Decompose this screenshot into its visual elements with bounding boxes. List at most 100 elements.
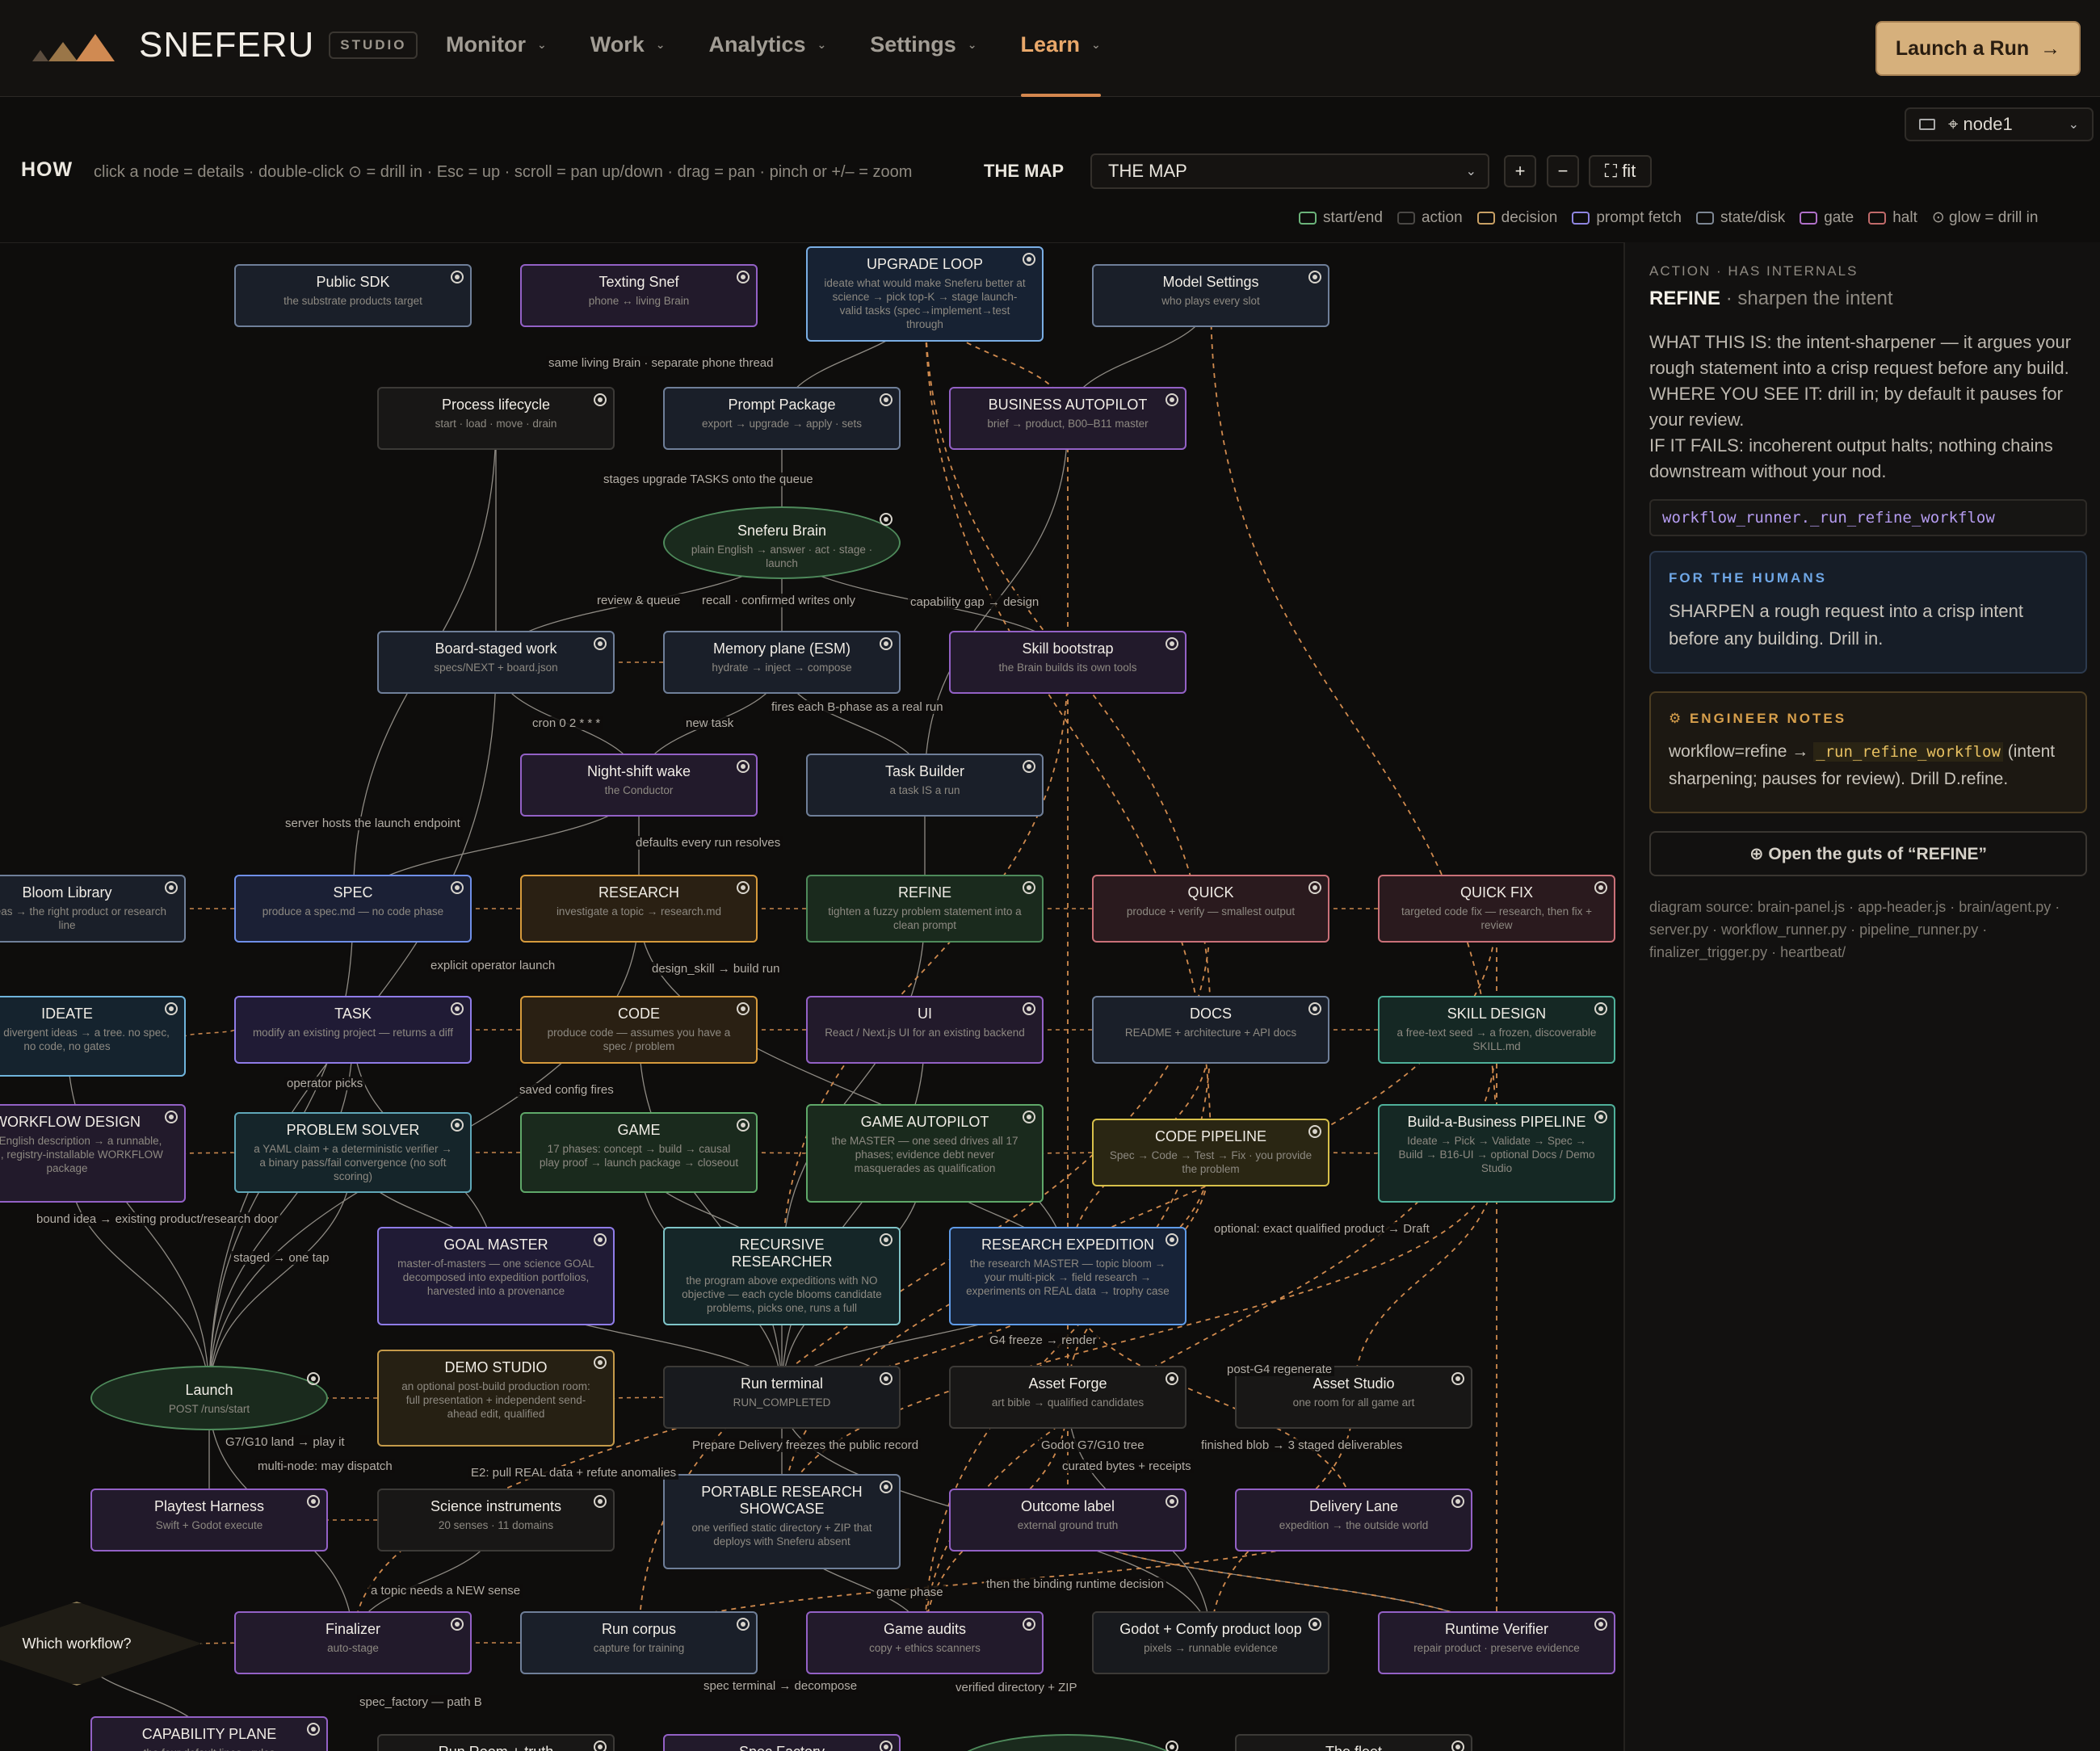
drill-in-icon[interactable] bbox=[594, 1741, 607, 1751]
drill-in-icon[interactable] bbox=[1308, 1125, 1321, 1138]
fit-button[interactable]: ⛶ fit bbox=[1589, 155, 1652, 187]
graph-node[interactable]: CAPABILITY PLANEthe four default lines ·… bbox=[90, 1716, 328, 1751]
drill-in-icon[interactable] bbox=[1451, 1495, 1464, 1508]
launch-run-button[interactable]: Launch a Run → bbox=[1875, 21, 2081, 76]
drill-in-icon[interactable] bbox=[1023, 253, 1035, 266]
drill-in-icon[interactable] bbox=[1166, 1741, 1178, 1751]
graph-node[interactable]: Run Room + truth bbox=[377, 1734, 615, 1751]
drill-in-icon[interactable] bbox=[1308, 1618, 1321, 1631]
drill-in-icon[interactable] bbox=[737, 1002, 750, 1015]
drill-in-icon[interactable] bbox=[880, 1480, 892, 1493]
drill-in-icon[interactable] bbox=[880, 393, 892, 406]
drill-in-icon[interactable] bbox=[307, 1723, 320, 1736]
graph-node[interactable]: PORTABLE RESEARCH SHOWCASE one verified s… bbox=[663, 1474, 901, 1569]
graph-node[interactable]: The fleet bbox=[1235, 1734, 1472, 1751]
graph-node[interactable]: Board-staged work specs/NEXT + board.json bbox=[377, 631, 615, 694]
zoom-out-button[interactable]: − bbox=[1547, 155, 1579, 187]
graph-node[interactable]: CODE PIPELINE Spec → Code → Test → Fix · … bbox=[1092, 1119, 1329, 1186]
graph-node[interactable]: CODE produce code — assumes you have a sp… bbox=[520, 996, 758, 1064]
drill-in-icon[interactable] bbox=[1023, 1111, 1035, 1123]
drill-in-icon[interactable] bbox=[165, 1111, 178, 1123]
drill-in-icon[interactable] bbox=[1594, 1618, 1607, 1631]
graph-node[interactable]: RESEARCH investigate a topic → research.m… bbox=[520, 875, 758, 943]
drill-in-icon[interactable] bbox=[451, 1618, 464, 1631]
nav-work[interactable]: Work ⌄ bbox=[590, 32, 666, 57]
graph-node[interactable]: TASK modify an existing project — returns… bbox=[234, 996, 472, 1064]
graph-node[interactable]: GOAL MASTER master-of-masters — one scien… bbox=[377, 1227, 615, 1325]
drill-in-icon[interactable] bbox=[307, 1495, 320, 1508]
workflow-map-canvas[interactable]: Public SDK the substrate products target T… bbox=[0, 242, 1623, 1751]
drill-in-icon[interactable] bbox=[1308, 881, 1321, 894]
drill-in-icon[interactable] bbox=[1594, 881, 1607, 894]
drill-in-icon[interactable] bbox=[1166, 1495, 1178, 1508]
graph-node[interactable]: Godot + Comfy product loop pixels → runna… bbox=[1092, 1611, 1329, 1674]
drill-in-icon[interactable] bbox=[1023, 1002, 1035, 1015]
graph-node[interactable]: REFINE tighten a fuzzy problem statement … bbox=[806, 875, 1044, 943]
nav-monitor[interactable]: Monitor ⌄ bbox=[446, 32, 547, 57]
open-guts-button[interactable]: ⊕ Open the guts of “REFINE” bbox=[1649, 831, 2087, 876]
graph-node[interactable]: Texting Snef phone ↔ living Brain bbox=[520, 264, 758, 327]
graph-node[interactable]: Sneferu Brain plain English → answer · ac… bbox=[663, 506, 901, 579]
graph-node[interactable]: Launch POST /runs/start bbox=[90, 1366, 328, 1430]
graph-node[interactable]: GAME 17 phases: concept → build → causal … bbox=[520, 1112, 758, 1193]
drill-in-icon[interactable] bbox=[451, 1119, 464, 1132]
drill-in-icon[interactable] bbox=[594, 1495, 607, 1508]
drill-in-icon[interactable] bbox=[1166, 1233, 1178, 1246]
zoom-in-button[interactable]: + bbox=[1504, 155, 1536, 187]
graph-node[interactable]: Runtime Verifier repair product · preserv… bbox=[1378, 1611, 1615, 1674]
drill-in-icon[interactable] bbox=[307, 1372, 320, 1385]
graph-node[interactable]: Playtest Harness Swift + Godot execute bbox=[90, 1489, 328, 1552]
graph-node[interactable]: SKILL DESIGN a free-text seed → a frozen,… bbox=[1378, 996, 1615, 1064]
graph-node[interactable]: Run corpus capture for training bbox=[520, 1611, 758, 1674]
drill-in-icon[interactable] bbox=[1308, 271, 1321, 283]
graph-node[interactable]: Model Settings who plays every slot bbox=[1092, 264, 1329, 327]
graph-node[interactable]: Finalizer auto-stage bbox=[234, 1611, 472, 1674]
drill-in-icon[interactable] bbox=[880, 1233, 892, 1246]
drill-in-icon[interactable] bbox=[594, 637, 607, 650]
nav-learn[interactable]: Learn ⌄ bbox=[1020, 32, 1102, 97]
drill-in-icon[interactable] bbox=[880, 1741, 892, 1751]
node-select[interactable]: ⌖ node1 ⌄ bbox=[1905, 107, 2094, 141]
drill-in-icon[interactable] bbox=[594, 393, 607, 406]
graph-node[interactable]: WORKFLOW DESIGN plain-English description… bbox=[0, 1104, 186, 1203]
graph-node[interactable]: QUICK produce + verify — smallest output bbox=[1092, 875, 1329, 943]
drill-in-icon[interactable] bbox=[737, 1119, 750, 1132]
drill-in-icon[interactable] bbox=[1166, 637, 1178, 650]
drill-in-icon[interactable] bbox=[1023, 760, 1035, 773]
graph-node[interactable]: Process lifecycle start · load · move · d… bbox=[377, 387, 615, 450]
graph-node[interactable]: PROBLEM SOLVER a YAML claim + a determini… bbox=[234, 1112, 472, 1193]
graph-node[interactable]: Prompt Package export → upgrade → apply ·… bbox=[663, 387, 901, 450]
graph-node[interactable]: GAME AUTOPILOT the MASTER — one seed driv… bbox=[806, 1104, 1044, 1203]
graph-node[interactable]: Game audits copy + ethics scanners bbox=[806, 1611, 1044, 1674]
drill-in-icon[interactable] bbox=[1023, 1618, 1035, 1631]
drill-in-icon[interactable] bbox=[737, 760, 750, 773]
panel-code-ref[interactable]: workflow_runner._run_refine_workflow bbox=[1649, 499, 2087, 536]
graph-node[interactable]: UPGRADE LOOP ideate what would make Snefe… bbox=[806, 246, 1044, 342]
graph-node[interactable]: Build-a-Business PIPELINE Ideate → Pick →… bbox=[1378, 1104, 1615, 1203]
graph-node[interactable]: Skill bootstrap the Brain builds its own … bbox=[949, 631, 1186, 694]
nav-analytics[interactable]: Analytics ⌄ bbox=[708, 32, 826, 57]
drill-in-icon[interactable] bbox=[880, 1372, 892, 1385]
drill-in-icon[interactable] bbox=[737, 881, 750, 894]
map-select[interactable]: THE MAP ⌄ bbox=[1090, 153, 1489, 189]
drill-in-icon[interactable] bbox=[165, 881, 178, 894]
graph-node[interactable]: DOCS README + architecture + API docs bbox=[1092, 996, 1329, 1064]
drill-in-icon[interactable] bbox=[1023, 881, 1035, 894]
drill-in-icon[interactable] bbox=[880, 513, 892, 526]
brand-logo[interactable]: SNEFERU STUDIO bbox=[31, 24, 418, 66]
graph-node[interactable]: Public SDK the substrate products target bbox=[234, 264, 472, 327]
graph-node[interactable]: QUICK FIX targeted code fix — research, t… bbox=[1378, 875, 1615, 943]
drill-in-icon[interactable] bbox=[1594, 1111, 1607, 1123]
drill-in-icon[interactable] bbox=[1594, 1002, 1607, 1015]
graph-node[interactable]: Science instruments 20 senses · 11 domain… bbox=[377, 1489, 615, 1552]
drill-in-icon[interactable] bbox=[1166, 393, 1178, 406]
graph-node[interactable]: UI React / Next.js UI for an existing bac… bbox=[806, 996, 1044, 1064]
graph-node[interactable]: Run terminal RUN_COMPLETED bbox=[663, 1366, 901, 1429]
graph-node[interactable]: RECURSIVE RESEARCHER the program above ex… bbox=[663, 1227, 901, 1325]
drill-in-icon[interactable] bbox=[594, 1233, 607, 1246]
graph-node[interactable]: DEMO STUDIO an optional post-build produc… bbox=[377, 1350, 615, 1447]
drill-in-icon[interactable] bbox=[451, 271, 464, 283]
nav-settings[interactable]: Settings ⌄ bbox=[870, 32, 976, 57]
graph-node[interactable]: RESEARCH EXPEDITION the research MASTER —… bbox=[949, 1227, 1186, 1325]
drill-in-icon[interactable] bbox=[594, 1356, 607, 1369]
